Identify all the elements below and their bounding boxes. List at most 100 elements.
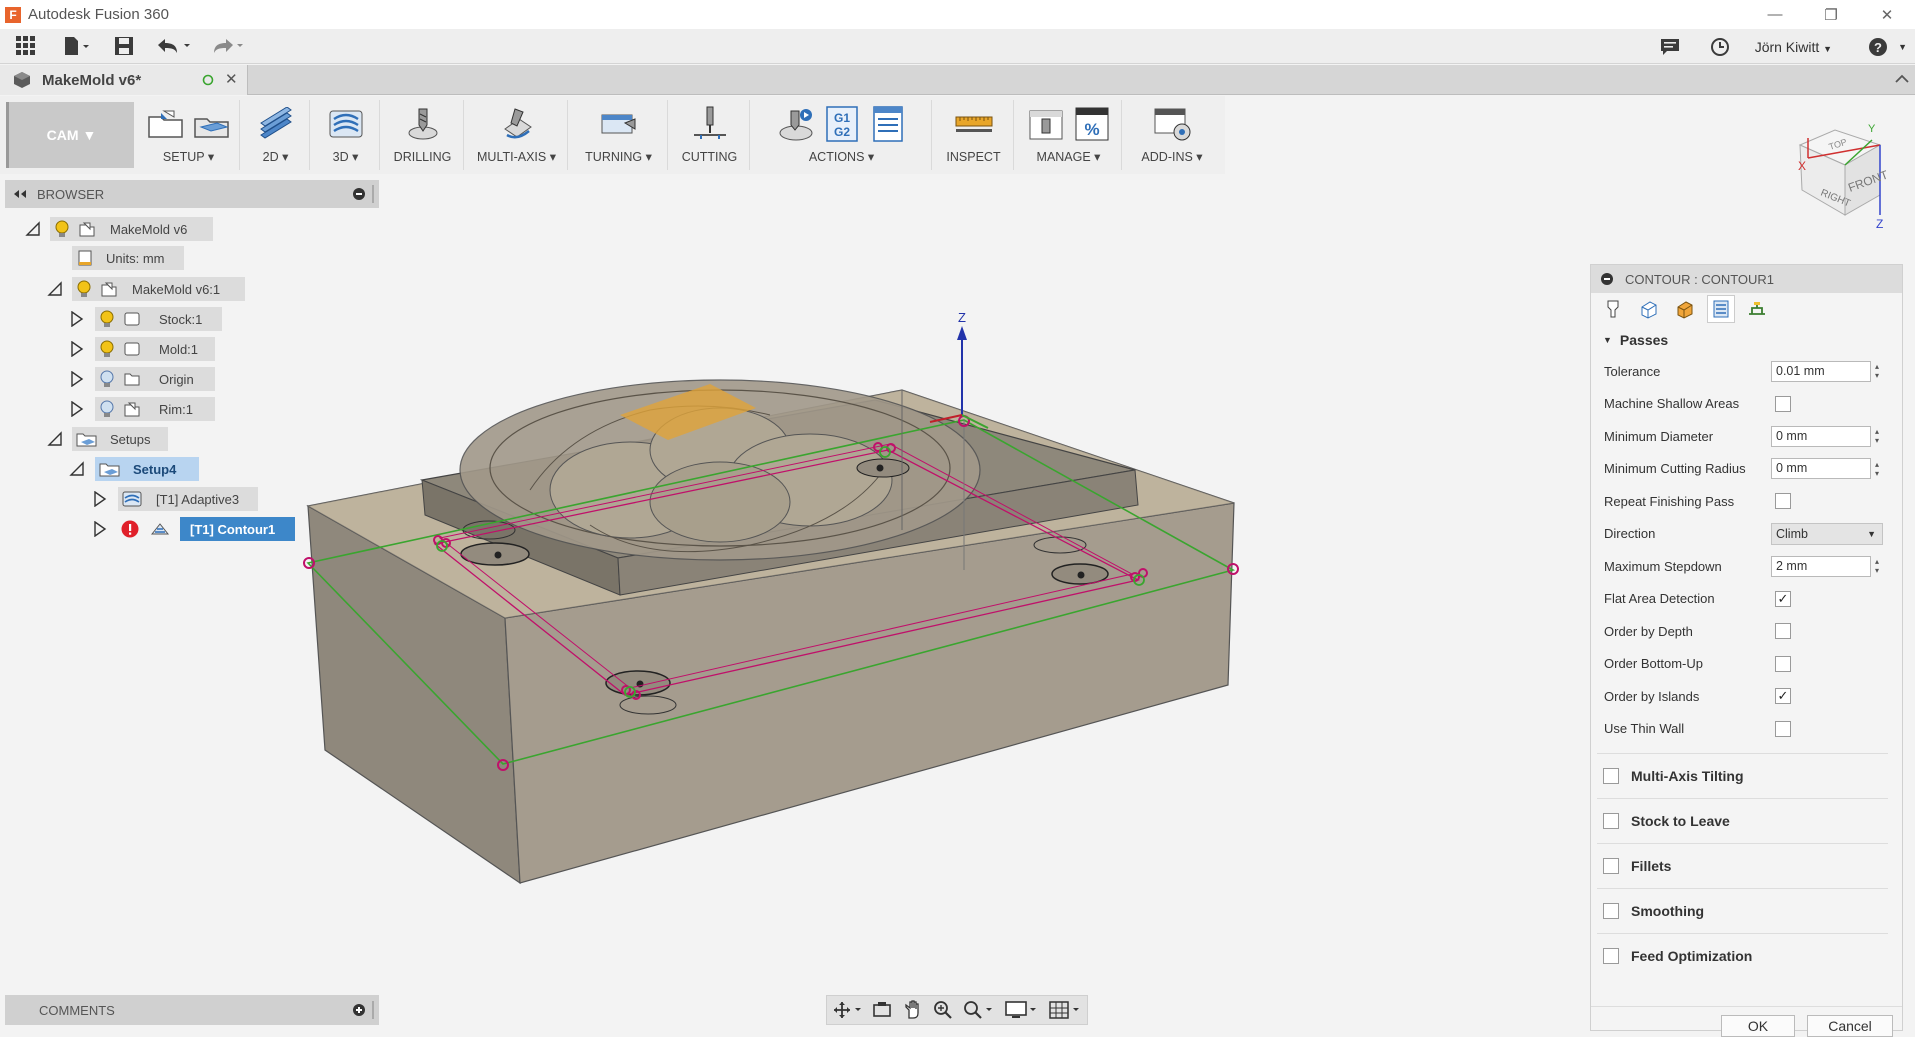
user-account-menu[interactable]: Jörn Kiwitt ▼ <box>1755 39 1832 55</box>
save-icon[interactable] <box>102 29 146 64</box>
display-settings-icon[interactable] <box>1004 1000 1038 1020</box>
browser-panel-header[interactable]: BROWSER <box>5 180 379 208</box>
section-collapse-icon[interactable]: ▼ <box>1603 335 1612 345</box>
tree-node-units[interactable]: Units: mm <box>72 246 184 270</box>
tree-node-contour[interactable]: [T1] Contour1 <box>180 517 295 541</box>
2d-group[interactable]: 2D ▾ <box>242 100 310 170</box>
smoothing-section[interactable]: Smoothing <box>1597 888 1888 933</box>
pan-hand-icon[interactable] <box>903 1000 923 1020</box>
minimize-button[interactable]: — <box>1747 0 1803 29</box>
visibility-bulb-icon[interactable] <box>99 310 115 328</box>
repeat-finishing-checkbox[interactable] <box>1775 493 1791 510</box>
multi-axis-checkbox[interactable] <box>1603 768 1619 784</box>
collapsed-triangle-icon[interactable] <box>69 401 85 417</box>
collapsed-triangle-icon[interactable] <box>69 371 85 387</box>
dialog-header[interactable]: CONTOUR : CONTOUR1 <box>1591 265 1902 293</box>
setup-group[interactable]: SETUP ▾ <box>138 100 240 170</box>
actions-group[interactable]: G1 G2 ACTIONS ▾ <box>752 100 932 170</box>
tree-node-origin[interactable]: Origin <box>95 367 215 391</box>
3d-adaptive-icon[interactable] <box>326 104 366 144</box>
order-depth-checkbox[interactable] <box>1775 623 1791 640</box>
tree-node-setup4[interactable]: Setup4 <box>95 457 199 481</box>
drilling-icon[interactable] <box>403 104 443 144</box>
multi-axis-icon[interactable] <box>497 104 537 144</box>
orbit-move-icon[interactable] <box>832 1001 862 1019</box>
tree-node-component[interactable]: MakeMold v6:1 <box>72 277 245 301</box>
min-diameter-spinner[interactable]: ▴ ▾ <box>1875 427 1883 445</box>
plus-circle-icon[interactable] <box>353 1004 365 1016</box>
inspect-group[interactable]: INSPECT <box>934 100 1014 170</box>
feed-optimization-section[interactable]: Feed Optimization <box>1597 933 1888 978</box>
collapsed-triangle-icon[interactable] <box>92 491 108 507</box>
tree-node-mold[interactable]: Mold:1 <box>95 337 215 361</box>
grid-settings-icon[interactable] <box>1048 1000 1082 1020</box>
2d-adaptive-icon[interactable] <box>256 104 296 144</box>
flat-area-checkbox[interactable]: ✓ <box>1775 590 1791 607</box>
post-process-icon[interactable]: G1 G2 <box>822 104 862 144</box>
viewcube[interactable]: RIGHT FRONT TOP Y X Z <box>1790 120 1890 231</box>
help-icon[interactable]: ? <box>1858 29 1898 64</box>
file-menu-icon[interactable] <box>52 29 102 64</box>
panel-grip[interactable] <box>372 1001 374 1019</box>
tolerance-input[interactable]: 0.01 mm <box>1771 360 1871 382</box>
multi-axis-group[interactable]: MULTI-AXIS ▾ <box>466 100 568 170</box>
job-status-clock-icon[interactable] <box>1695 29 1745 64</box>
passes-section-header[interactable]: ▼ Passes <box>1603 325 1902 355</box>
close-tab-button[interactable]: ✕ <box>225 70 238 88</box>
tab-linking[interactable] <box>1743 295 1771 323</box>
ok-button[interactable]: OK <box>1721 1015 1795 1037</box>
help-chevron-icon[interactable]: ▼ <box>1898 42 1907 52</box>
order-islands-checkbox[interactable]: ✓ <box>1775 688 1791 705</box>
smoothing-checkbox[interactable] <box>1603 903 1619 919</box>
expanded-triangle-icon[interactable] <box>47 431 63 447</box>
turning-group[interactable]: TURNING ▾ <box>570 100 668 170</box>
tree-node-rim[interactable]: Rim:1 <box>95 397 215 421</box>
simulate-icon[interactable] <box>776 104 816 144</box>
redo-icon[interactable] <box>202 29 252 64</box>
tolerance-spinner[interactable]: ▴ ▾ <box>1875 362 1883 380</box>
data-panel-grid-icon[interactable] <box>0 29 52 64</box>
measure-ruler-icon[interactable] <box>954 104 994 144</box>
tab-tool[interactable] <box>1599 295 1627 323</box>
visibility-bulb-off-icon[interactable] <box>99 370 115 388</box>
tool-library-icon[interactable] <box>1026 104 1066 144</box>
add-ins-icon[interactable] <box>1152 104 1192 144</box>
comments-icon[interactable] <box>1645 29 1695 64</box>
manage-group[interactable]: % MANAGE ▾ <box>1016 100 1122 170</box>
cutting-icon[interactable] <box>690 104 730 144</box>
comments-panel[interactable]: COMMENTS <box>5 995 379 1025</box>
expanded-triangle-icon[interactable] <box>25 221 41 237</box>
workspace-switcher[interactable]: CAM ▼ <box>6 102 134 168</box>
undo-icon[interactable] <box>146 29 202 64</box>
3d-viewport[interactable]: Z <box>290 290 1260 910</box>
max-stepdown-input[interactable]: 2 mm <box>1771 555 1871 577</box>
expanded-triangle-icon[interactable] <box>69 461 85 477</box>
visibility-bulb-off-icon[interactable] <box>99 400 115 418</box>
document-tab[interactable]: MakeMold v6* ✕ <box>0 65 248 95</box>
mold-model-canvas[interactable]: Z <box>290 290 1260 910</box>
3d-group[interactable]: 3D ▾ <box>312 100 380 170</box>
close-window-button[interactable]: ✕ <box>1859 0 1915 29</box>
max-stepdown-spinner[interactable]: ▴ ▾ <box>1875 557 1883 575</box>
thin-wall-checkbox[interactable] <box>1775 720 1791 737</box>
tree-node-setups[interactable]: Setups <box>72 427 168 451</box>
tab-geometry[interactable] <box>1635 295 1663 323</box>
min-diameter-input[interactable]: 0 mm <box>1771 425 1871 447</box>
look-at-icon[interactable] <box>872 1001 892 1019</box>
cutting-group[interactable]: CUTTING <box>670 100 750 170</box>
collapse-left-icon[interactable] <box>13 189 27 199</box>
setup-sheet-icon[interactable] <box>868 104 908 144</box>
visibility-bulb-icon[interactable] <box>76 280 92 298</box>
stock-to-leave-checkbox[interactable] <box>1603 813 1619 829</box>
collapsed-triangle-icon[interactable] <box>92 521 108 537</box>
minus-circle-icon[interactable] <box>353 188 365 200</box>
tab-heights[interactable] <box>1671 295 1699 323</box>
zoom-icon[interactable] <box>933 1000 953 1020</box>
minus-circle-icon[interactable] <box>1601 273 1613 285</box>
chevron-up-icon[interactable] <box>1895 74 1909 84</box>
expanded-triangle-icon[interactable] <box>47 281 63 297</box>
feed-optimization-checkbox[interactable] <box>1603 948 1619 964</box>
setup-stack-icon[interactable] <box>192 104 232 144</box>
cancel-button[interactable]: Cancel <box>1807 1015 1893 1037</box>
restore-button[interactable]: ❐ <box>1803 0 1859 29</box>
